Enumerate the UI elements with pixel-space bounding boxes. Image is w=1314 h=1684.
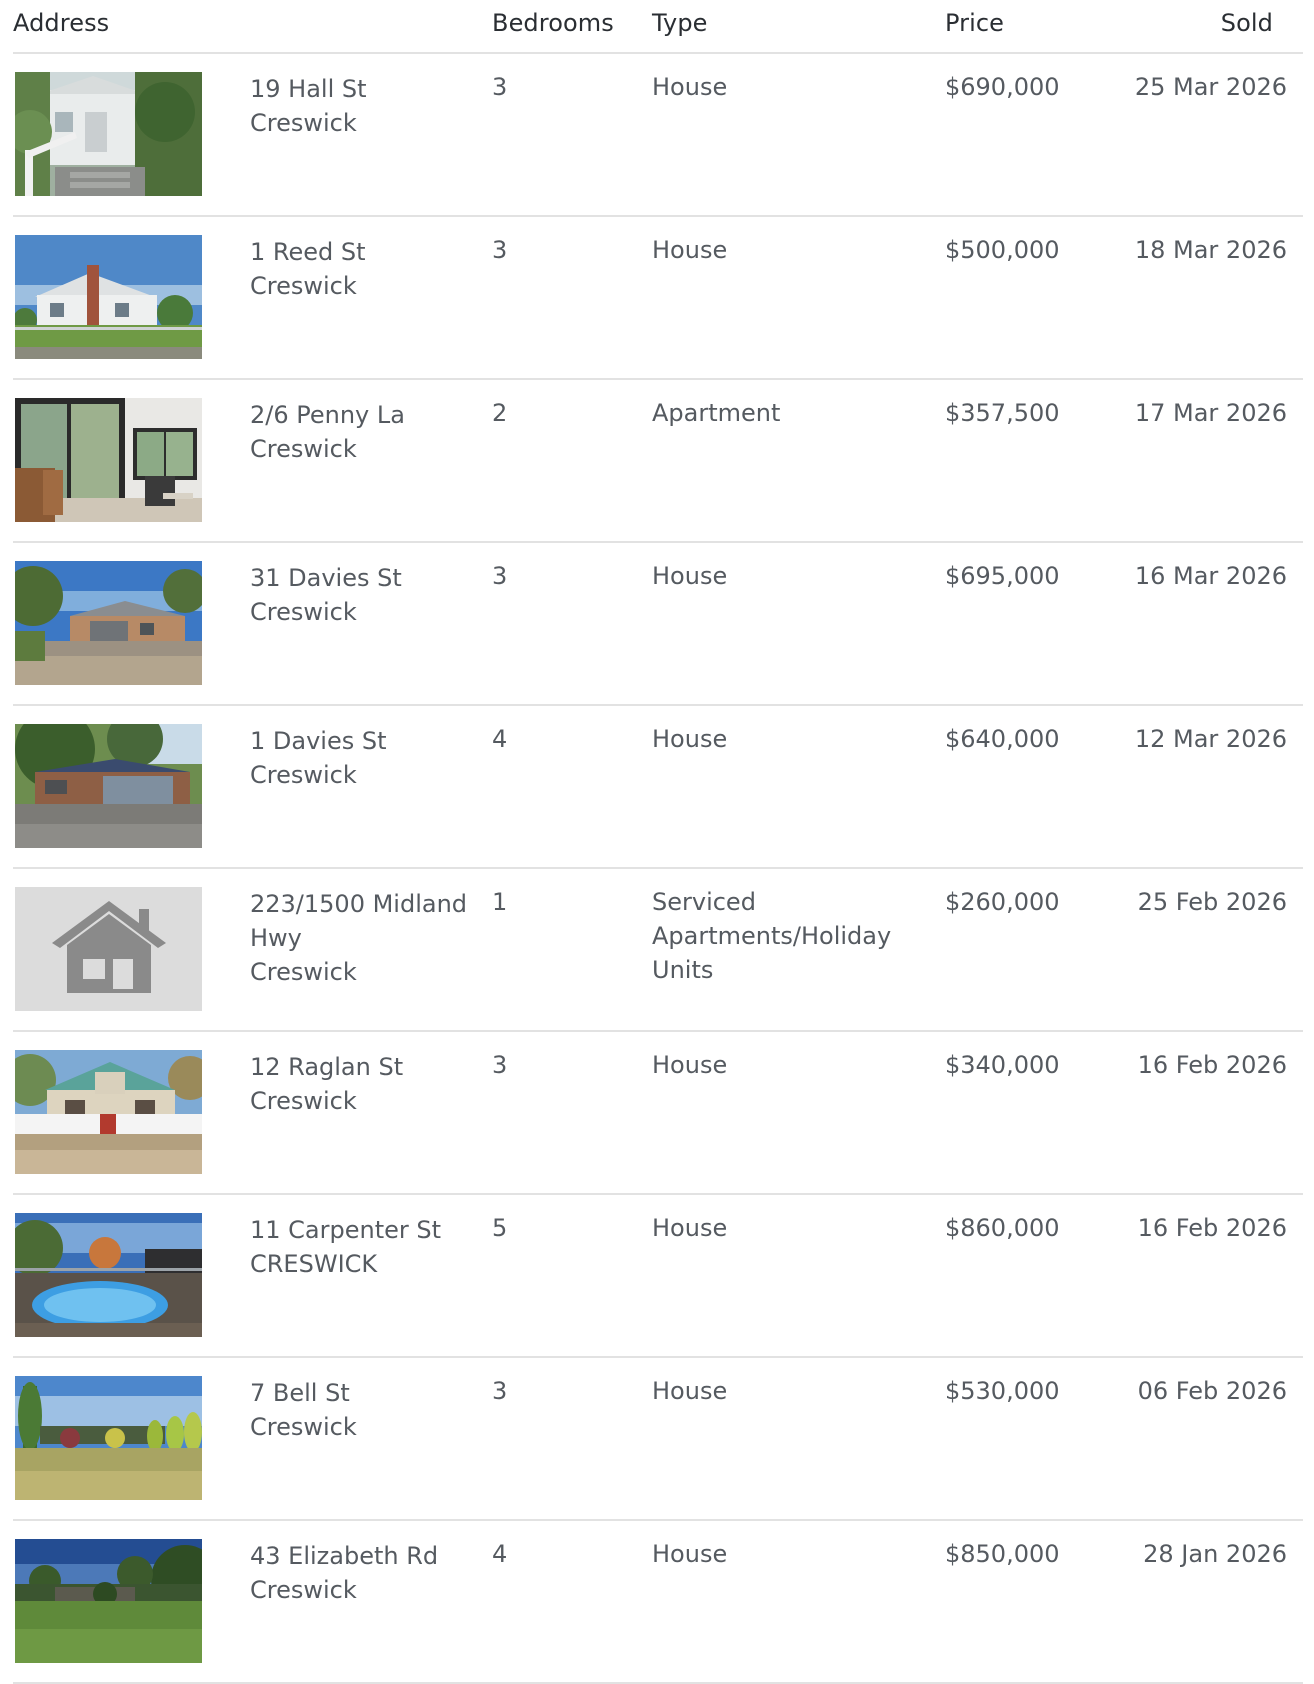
bedrooms-cell: 4 [492,1540,508,1568]
street-address[interactable]: 223/1500 Midland Hwy [250,887,475,955]
price-cell: $530,000 [945,1377,1060,1405]
property-photo[interactable] [15,724,202,848]
type-cell: House [652,73,728,101]
column-header-bedrooms[interactable]: Bedrooms [492,9,614,37]
bedrooms-cell: 4 [492,725,508,753]
address-cell[interactable]: 31 Davies St Creswick [250,561,475,629]
price-cell: $260,000 [945,888,1060,916]
table-row[interactable]: 43 Elizabeth Rd Creswick 4 House $850,000 28 … [13,1521,1303,1684]
suburb: Creswick [250,958,357,986]
address-cell[interactable]: 7 Bell St Creswick [250,1376,475,1444]
price-cell: $695,000 [945,562,1060,590]
street-address[interactable]: 1 Davies St [250,724,475,758]
property-photo[interactable] [15,1050,202,1174]
table-row[interactable]: 7 Bell St Creswick 3 House $530,000 06 Feb 20… [13,1358,1303,1521]
property-photo[interactable] [15,398,202,522]
type-cell: Apartment [652,399,781,427]
bedrooms-cell: 3 [492,562,508,590]
price-cell: $860,000 [945,1214,1060,1242]
suburb: Creswick [250,1413,357,1441]
table-row[interactable]: 31 Davies St Creswick 3 House $695,000 16 Mar… [13,543,1303,706]
sold-date-cell: 12 Mar 2026 [1134,725,1287,753]
property-photo[interactable] [15,1376,202,1500]
street-address[interactable]: 11 Carpenter St [250,1213,475,1247]
address-cell[interactable]: 12 Raglan St Creswick [250,1050,475,1118]
suburb: Creswick [250,109,357,137]
property-photo[interactable] [15,235,202,359]
property-photo[interactable] [15,561,202,685]
address-cell[interactable]: 2/6 Penny La Creswick [250,398,475,466]
suburb: Creswick [250,435,357,463]
column-header-price[interactable]: Price [945,9,1004,37]
sold-date-cell: 18 Mar 2026 [1134,236,1287,264]
address-cell[interactable]: 1 Reed St Creswick [250,235,475,303]
type-cell: House [652,1377,728,1405]
sold-date-cell: 25 Feb 2026 [1137,888,1287,916]
bedrooms-cell: 1 [492,888,508,916]
type-cell: Serviced Apartments/Holiday Units [652,888,892,984]
type-cell: House [652,562,728,590]
address-cell[interactable]: 223/1500 Midland Hwy Creswick [250,887,475,989]
street-address[interactable]: 19 Hall St [250,72,475,106]
column-header-type[interactable]: Type [652,9,708,37]
sold-date-cell: 17 Mar 2026 [1134,399,1287,427]
sold-date-cell: 28 Jan 2026 [1143,1540,1287,1568]
street-address[interactable]: 1 Reed St [250,235,475,269]
table-header: Address Bedrooms Type Price Sold [13,0,1303,54]
column-header-sold[interactable]: Sold [1221,9,1273,37]
type-cell: House [652,1051,728,1079]
table-row[interactable]: 19 Hall St Creswick 3 House $690,000 25 Mar 2… [13,54,1303,217]
bedrooms-cell: 3 [492,1051,508,1079]
address-cell[interactable]: 19 Hall St Creswick [250,72,475,140]
bedrooms-cell: 2 [492,399,508,427]
placeholder-house-icon[interactable] [15,887,202,1011]
table-row[interactable]: 1 Davies St Creswick 4 House $640,000 12 Mar … [13,706,1303,869]
suburb: CRESWICK [250,1250,378,1278]
bedrooms-cell: 5 [492,1214,508,1242]
suburb: Creswick [250,761,357,789]
address-cell[interactable]: 43 Elizabeth Rd Creswick [250,1539,475,1607]
bedrooms-cell: 3 [492,236,508,264]
sold-date-cell: 16 Feb 2026 [1137,1214,1287,1242]
suburb: Creswick [250,272,357,300]
sold-date-cell: 25 Mar 2026 [1134,73,1287,101]
bedrooms-cell: 3 [492,1377,508,1405]
table-row[interactable]: 11 Carpenter St CRESWICK 5 House $860,000 16 … [13,1195,1303,1358]
suburb: Creswick [250,1087,357,1115]
type-cell: House [652,1540,728,1568]
sold-properties-table: Address Bedrooms Type Price Sold 19 Hall… [13,0,1303,1684]
bedrooms-cell: 3 [492,73,508,101]
sold-date-cell: 16 Feb 2026 [1137,1051,1287,1079]
table-row[interactable]: 2/6 Penny La Creswick 2 Apartment $357,500 17… [13,380,1303,543]
table-row[interactable]: 1 Reed St Creswick 3 House $500,000 18 Mar 20… [13,217,1303,380]
street-address[interactable]: 2/6 Penny La [250,398,475,432]
suburb: Creswick [250,1576,357,1604]
price-cell: $640,000 [945,725,1060,753]
street-address[interactable]: 12 Raglan St [250,1050,475,1084]
street-address[interactable]: 31 Davies St [250,561,475,595]
price-cell: $690,000 [945,73,1060,101]
table-body: 19 Hall St Creswick 3 House $690,000 25 Mar 2… [13,54,1303,1684]
sold-date-cell: 06 Feb 2026 [1137,1377,1287,1405]
property-photo[interactable] [15,1539,202,1663]
type-cell: House [652,236,728,264]
street-address[interactable]: 43 Elizabeth Rd [250,1539,475,1573]
price-cell: $850,000 [945,1540,1060,1568]
suburb: Creswick [250,598,357,626]
street-address[interactable]: 7 Bell St [250,1376,475,1410]
price-cell: $340,000 [945,1051,1060,1079]
column-header-address[interactable]: Address [13,9,109,37]
sold-date-cell: 16 Mar 2026 [1134,562,1287,590]
table-row[interactable]: 12 Raglan St Creswick 3 House $340,000 16 Feb… [13,1032,1303,1195]
address-cell[interactable]: 1 Davies St Creswick [250,724,475,792]
type-cell: House [652,1214,728,1242]
price-cell: $357,500 [945,399,1060,427]
type-cell: House [652,725,728,753]
property-photo[interactable] [15,1213,202,1337]
property-photo[interactable] [15,72,202,196]
table-row[interactable]: 223/1500 Midland Hwy Creswick 1 Serviced Ap… [13,869,1303,1032]
address-cell[interactable]: 11 Carpenter St CRESWICK [250,1213,475,1281]
price-cell: $500,000 [945,236,1060,264]
